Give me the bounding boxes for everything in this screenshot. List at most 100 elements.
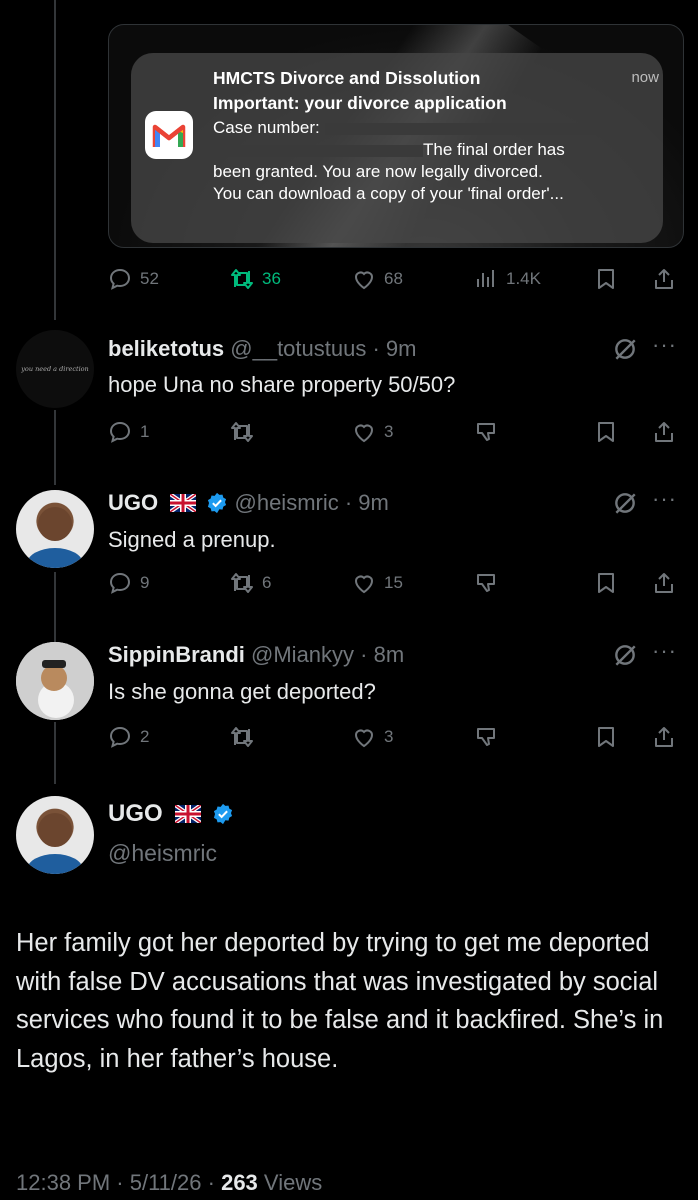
reply-button[interactable]: 52 [108, 264, 159, 294]
notification-sender: HMCTS Divorce and Dissolution [213, 68, 481, 88]
views-button[interactable]: 1.4K [474, 264, 541, 294]
avatar[interactable] [16, 642, 94, 720]
more-icon[interactable]: ··· [652, 332, 677, 358]
display-name[interactable]: UGO [108, 800, 163, 827]
avatar[interactable] [16, 490, 94, 568]
post-timestamp: 12:38 PM · 5/11/26 · 263 Views [16, 1170, 323, 1195]
like-count: 3 [384, 727, 394, 746]
separator: · [338, 490, 359, 515]
bookmark-icon [598, 422, 614, 442]
dislike-button[interactable] [474, 568, 498, 598]
notification-line: been granted. You are now legally divorc… [213, 162, 543, 181]
separator: · [366, 336, 386, 361]
display-name[interactable]: SippinBrandi [108, 642, 245, 667]
redaction [324, 122, 605, 135]
display-name[interactable]: beliketotus [108, 336, 224, 361]
share-button[interactable] [652, 264, 676, 294]
heart-icon [354, 729, 374, 748]
like-button[interactable]: 68 [352, 264, 403, 294]
dislike-button[interactable] [474, 722, 498, 752]
post-date[interactable]: 5/11/26 [130, 1170, 202, 1195]
redaction [213, 144, 423, 157]
bookmark-icon [598, 727, 614, 747]
share-button[interactable] [652, 568, 676, 598]
like-count: 3 [384, 422, 394, 441]
reply-icon [109, 268, 131, 290]
grok-icon[interactable] [612, 490, 638, 521]
like-button[interactable]: 3 [352, 722, 393, 752]
reply-button[interactable]: 9 [108, 568, 149, 598]
handle[interactable]: @Miankyy [251, 642, 354, 667]
like-button[interactable]: 15 [352, 568, 403, 598]
repost-button[interactable] [230, 722, 254, 752]
notification-line: Case number: [213, 118, 325, 137]
dislike-button[interactable] [474, 417, 498, 447]
grok-icon[interactable] [612, 642, 638, 673]
repost-icon [231, 422, 253, 442]
reply-text: hope Una no share property 50/50? [108, 372, 456, 397]
handle[interactable]: @heismric [235, 490, 339, 515]
avatar[interactable] [16, 796, 94, 874]
more-icon[interactable]: ··· [652, 486, 677, 512]
thread-line [54, 572, 56, 642]
repost-button[interactable]: 6 [230, 568, 271, 598]
thread-line [54, 722, 56, 784]
avatar-text: you need a direction [21, 365, 89, 373]
thread-line [54, 0, 56, 320]
grok-icon[interactable] [612, 336, 638, 367]
reply-count: 9 [140, 573, 150, 592]
thumbs-down-icon [477, 728, 495, 746]
notification-body: Case number: The final order has been gr… [213, 117, 643, 205]
views-count: 263 [221, 1170, 258, 1195]
reply-count: 1 [140, 422, 150, 441]
action-bar: 9 6 15 [108, 568, 684, 598]
handle[interactable]: @__totustuus [230, 336, 366, 361]
repost-button[interactable]: 36 [230, 264, 281, 294]
repost-count: 36 [262, 269, 281, 288]
handle[interactable]: @heismric [108, 840, 217, 867]
reply-icon [109, 726, 131, 748]
avatar[interactable]: you need a direction [16, 330, 94, 408]
action-bar: 2 3 [108, 722, 684, 752]
views-icon [477, 270, 494, 287]
action-bar: 1 3 [108, 417, 684, 447]
post-time[interactable]: 9m [358, 490, 389, 515]
heart-icon [354, 271, 374, 290]
share-icon [655, 422, 673, 442]
notification-line: The final order has [423, 140, 565, 159]
reply-header: SippinBrandi @Miankyy · 8m [108, 642, 404, 668]
main-post-header: UGO [108, 800, 234, 828]
bookmark-button[interactable] [594, 568, 618, 598]
display-name[interactable]: UGO [108, 490, 158, 515]
bookmark-icon [598, 573, 614, 593]
post-time[interactable]: 12:38 PM [16, 1170, 110, 1195]
repost-button[interactable] [230, 417, 254, 447]
like-count: 15 [384, 573, 403, 592]
reply-button[interactable]: 2 [108, 722, 149, 752]
repost-icon [231, 727, 253, 747]
more-icon[interactable]: ··· [652, 638, 677, 664]
reply-button[interactable]: 1 [108, 417, 149, 447]
post-time[interactable]: 8m [374, 642, 405, 667]
verified-icon [213, 803, 233, 825]
media-image[interactable]: now HMCTS Divorce and Dissolution Import… [108, 24, 684, 248]
uk-flag-icon [170, 494, 197, 512]
reply-count: 52 [140, 269, 159, 288]
uk-flag-icon [175, 805, 202, 823]
bookmark-button[interactable] [594, 264, 618, 294]
bookmark-button[interactable] [594, 722, 618, 752]
thumbs-down-icon [477, 574, 495, 592]
like-button[interactable]: 3 [352, 417, 393, 447]
reply-count: 2 [140, 727, 150, 746]
share-button[interactable] [652, 417, 676, 447]
views-count: 1.4K [506, 269, 541, 288]
share-button[interactable] [652, 722, 676, 752]
repost-count: 6 [262, 573, 272, 592]
post-time[interactable]: 9m [386, 336, 417, 361]
main-post-text: Her family got her deported by trying to… [16, 929, 664, 1073]
repost-icon [231, 573, 253, 593]
bookmark-button[interactable] [594, 417, 618, 447]
views-label: Views [263, 1170, 323, 1195]
verified-icon [208, 492, 227, 514]
action-bar: 52 36 68 1.4K [108, 264, 684, 294]
